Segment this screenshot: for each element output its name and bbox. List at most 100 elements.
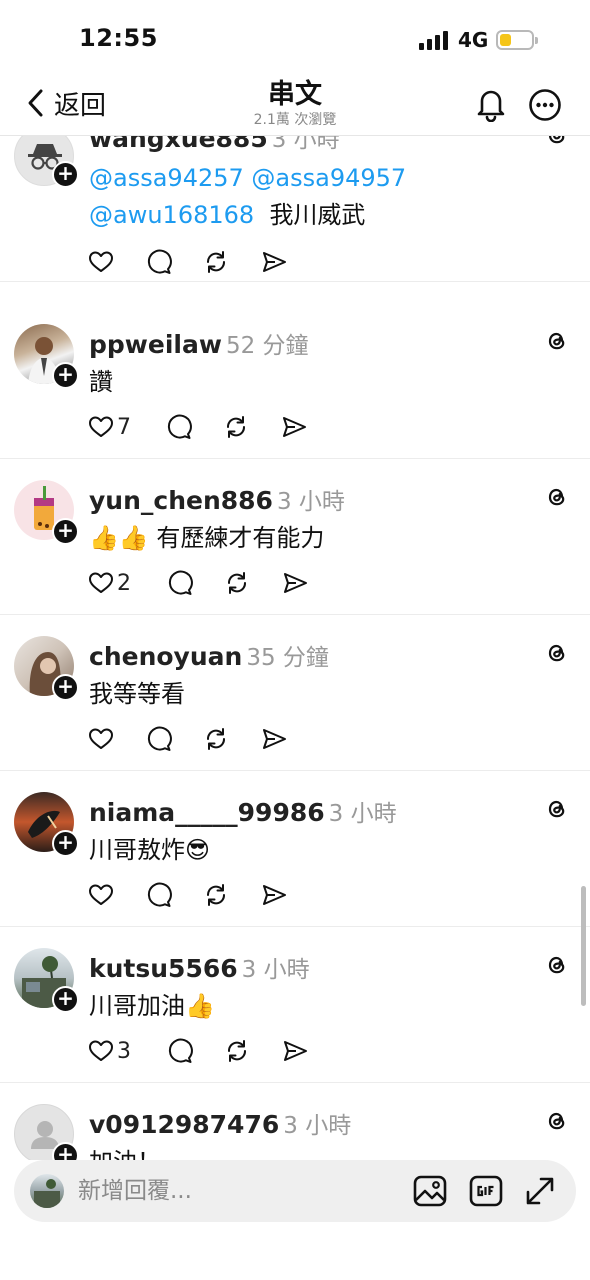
reply-text: 我川威武 bbox=[269, 201, 366, 229]
threads-logo-icon[interactable] bbox=[545, 953, 569, 977]
follow-plus-button[interactable]: + bbox=[52, 518, 79, 545]
like-button[interactable] bbox=[88, 881, 114, 909]
follow-plus-button[interactable]: + bbox=[52, 1142, 79, 1160]
share-button[interactable] bbox=[261, 248, 287, 276]
threads-logo-icon[interactable] bbox=[545, 1109, 569, 1133]
like-button[interactable] bbox=[88, 725, 114, 753]
follow-plus-button[interactable]: + bbox=[52, 830, 79, 857]
comment-button[interactable] bbox=[166, 413, 192, 441]
comment-button[interactable] bbox=[146, 881, 172, 909]
send-icon bbox=[263, 252, 286, 272]
heart-icon bbox=[89, 416, 113, 437]
comment-icon bbox=[147, 726, 172, 751]
reply-text: 有歷練才有能力 bbox=[156, 524, 325, 552]
username[interactable]: wangxue885 bbox=[89, 136, 268, 153]
username[interactable]: ppweilaw bbox=[89, 330, 222, 359]
like-button[interactable]: 3 bbox=[88, 1037, 131, 1065]
share-button[interactable] bbox=[261, 725, 287, 753]
notification-button[interactable] bbox=[474, 86, 508, 123]
repost-icon bbox=[207, 728, 225, 750]
like-button[interactable]: 2 bbox=[88, 569, 131, 597]
follow-plus-button[interactable]: + bbox=[52, 986, 79, 1013]
timestamp: 52 分鐘 bbox=[225, 333, 309, 359]
timestamp: 3 小時 bbox=[328, 801, 397, 827]
threads-logo-icon[interactable] bbox=[545, 641, 569, 665]
reply-emoji: 👍 bbox=[185, 992, 215, 1020]
repost-button[interactable] bbox=[223, 413, 249, 441]
repost-icon bbox=[228, 1040, 246, 1062]
reply-item: + wangxue885 3 小時 @assa94257 @assa94957 @… bbox=[0, 136, 590, 282]
heart-icon bbox=[89, 572, 113, 593]
follow-plus-button[interactable]: + bbox=[52, 674, 79, 701]
repost-button[interactable] bbox=[203, 881, 229, 909]
like-button[interactable]: 7 bbox=[88, 413, 131, 441]
scrollbar[interactable] bbox=[581, 886, 586, 1006]
reply-emoji: 👍👍 bbox=[89, 524, 149, 552]
repost-button[interactable] bbox=[224, 1037, 250, 1065]
repost-icon bbox=[207, 251, 225, 273]
heart-icon bbox=[89, 728, 113, 749]
repost-icon bbox=[207, 884, 225, 906]
comment-button[interactable] bbox=[167, 569, 193, 597]
mention-link[interactable]: @assa94257 bbox=[89, 164, 244, 192]
reply-content: 👍👍 有歷練才有能力 bbox=[89, 520, 559, 557]
reply-header: niama_____99986 3 小時 bbox=[89, 794, 397, 828]
reply-input[interactable] bbox=[78, 1174, 398, 1208]
reply-text: 川哥加油 bbox=[89, 992, 185, 1020]
timestamp: 3 小時 bbox=[283, 1113, 352, 1139]
current-user-avatar[interactable] bbox=[30, 1174, 64, 1208]
repost-icon bbox=[228, 572, 246, 594]
threads-logo-icon[interactable] bbox=[545, 797, 569, 821]
repost-button[interactable] bbox=[224, 569, 250, 597]
reply-header: v0912987476 3 小時 bbox=[89, 1106, 351, 1140]
comment-button[interactable] bbox=[146, 725, 172, 753]
share-button[interactable] bbox=[261, 881, 287, 909]
reply-item: + chenoyuan 35 分鐘 我等等看 bbox=[0, 615, 590, 771]
image-attach-button[interactable] bbox=[412, 1173, 448, 1209]
more-horizontal-icon bbox=[529, 89, 561, 121]
heart-icon bbox=[89, 884, 113, 905]
share-button[interactable] bbox=[282, 1037, 308, 1065]
heart-icon bbox=[89, 251, 113, 272]
gif-button[interactable] bbox=[468, 1173, 504, 1209]
username[interactable]: chenoyuan bbox=[89, 642, 242, 671]
reply-item: + yun_chen886 3 小時 👍👍 有歷練才有能力 2 bbox=[0, 459, 590, 615]
threads-logo-icon[interactable] bbox=[545, 136, 569, 147]
share-button[interactable] bbox=[281, 413, 307, 441]
mention-link[interactable]: @assa94957 bbox=[251, 164, 406, 192]
comment-icon bbox=[147, 249, 172, 274]
share-button[interactable] bbox=[282, 569, 308, 597]
more-options-button[interactable] bbox=[528, 88, 562, 122]
chevron-left-icon bbox=[28, 89, 43, 117]
like-button[interactable] bbox=[88, 248, 114, 276]
send-icon bbox=[283, 417, 306, 437]
reply-item: + ppweilaw 52 分鐘 讚 7 bbox=[0, 303, 590, 459]
reply-content: 讚 bbox=[89, 364, 559, 401]
repost-button[interactable] bbox=[203, 725, 229, 753]
gif-icon bbox=[469, 1175, 503, 1207]
comment-icon bbox=[167, 414, 192, 439]
username[interactable]: v0912987476 bbox=[89, 1110, 279, 1139]
timestamp: 3 小時 bbox=[271, 136, 340, 153]
comment-icon bbox=[147, 882, 172, 907]
username[interactable]: yun_chen886 bbox=[89, 486, 273, 515]
username[interactable]: niama_____99986 bbox=[89, 798, 325, 827]
reply-text: 我等等看 bbox=[89, 680, 185, 708]
follow-plus-button[interactable]: + bbox=[52, 161, 79, 188]
mention-link[interactable]: @awu168168 bbox=[89, 201, 254, 229]
back-button[interactable]: 返回 bbox=[26, 84, 106, 122]
send-icon bbox=[263, 729, 286, 749]
comment-button[interactable] bbox=[167, 1037, 193, 1065]
comment-button[interactable] bbox=[146, 248, 172, 276]
repost-button[interactable] bbox=[203, 248, 229, 276]
reply-text: 川哥敖炸 bbox=[89, 836, 185, 864]
back-label: 返回 bbox=[54, 90, 107, 121]
reply-content: 我等等看 bbox=[89, 676, 559, 713]
reply-header: ppweilaw 52 分鐘 bbox=[89, 326, 309, 360]
threads-logo-icon[interactable] bbox=[545, 485, 569, 509]
reply-content: 川哥敖炸😎 bbox=[89, 832, 559, 869]
username[interactable]: kutsu5566 bbox=[89, 954, 238, 983]
follow-plus-button[interactable]: + bbox=[52, 362, 79, 389]
expand-button[interactable] bbox=[522, 1173, 558, 1209]
threads-logo-icon[interactable] bbox=[545, 329, 569, 353]
